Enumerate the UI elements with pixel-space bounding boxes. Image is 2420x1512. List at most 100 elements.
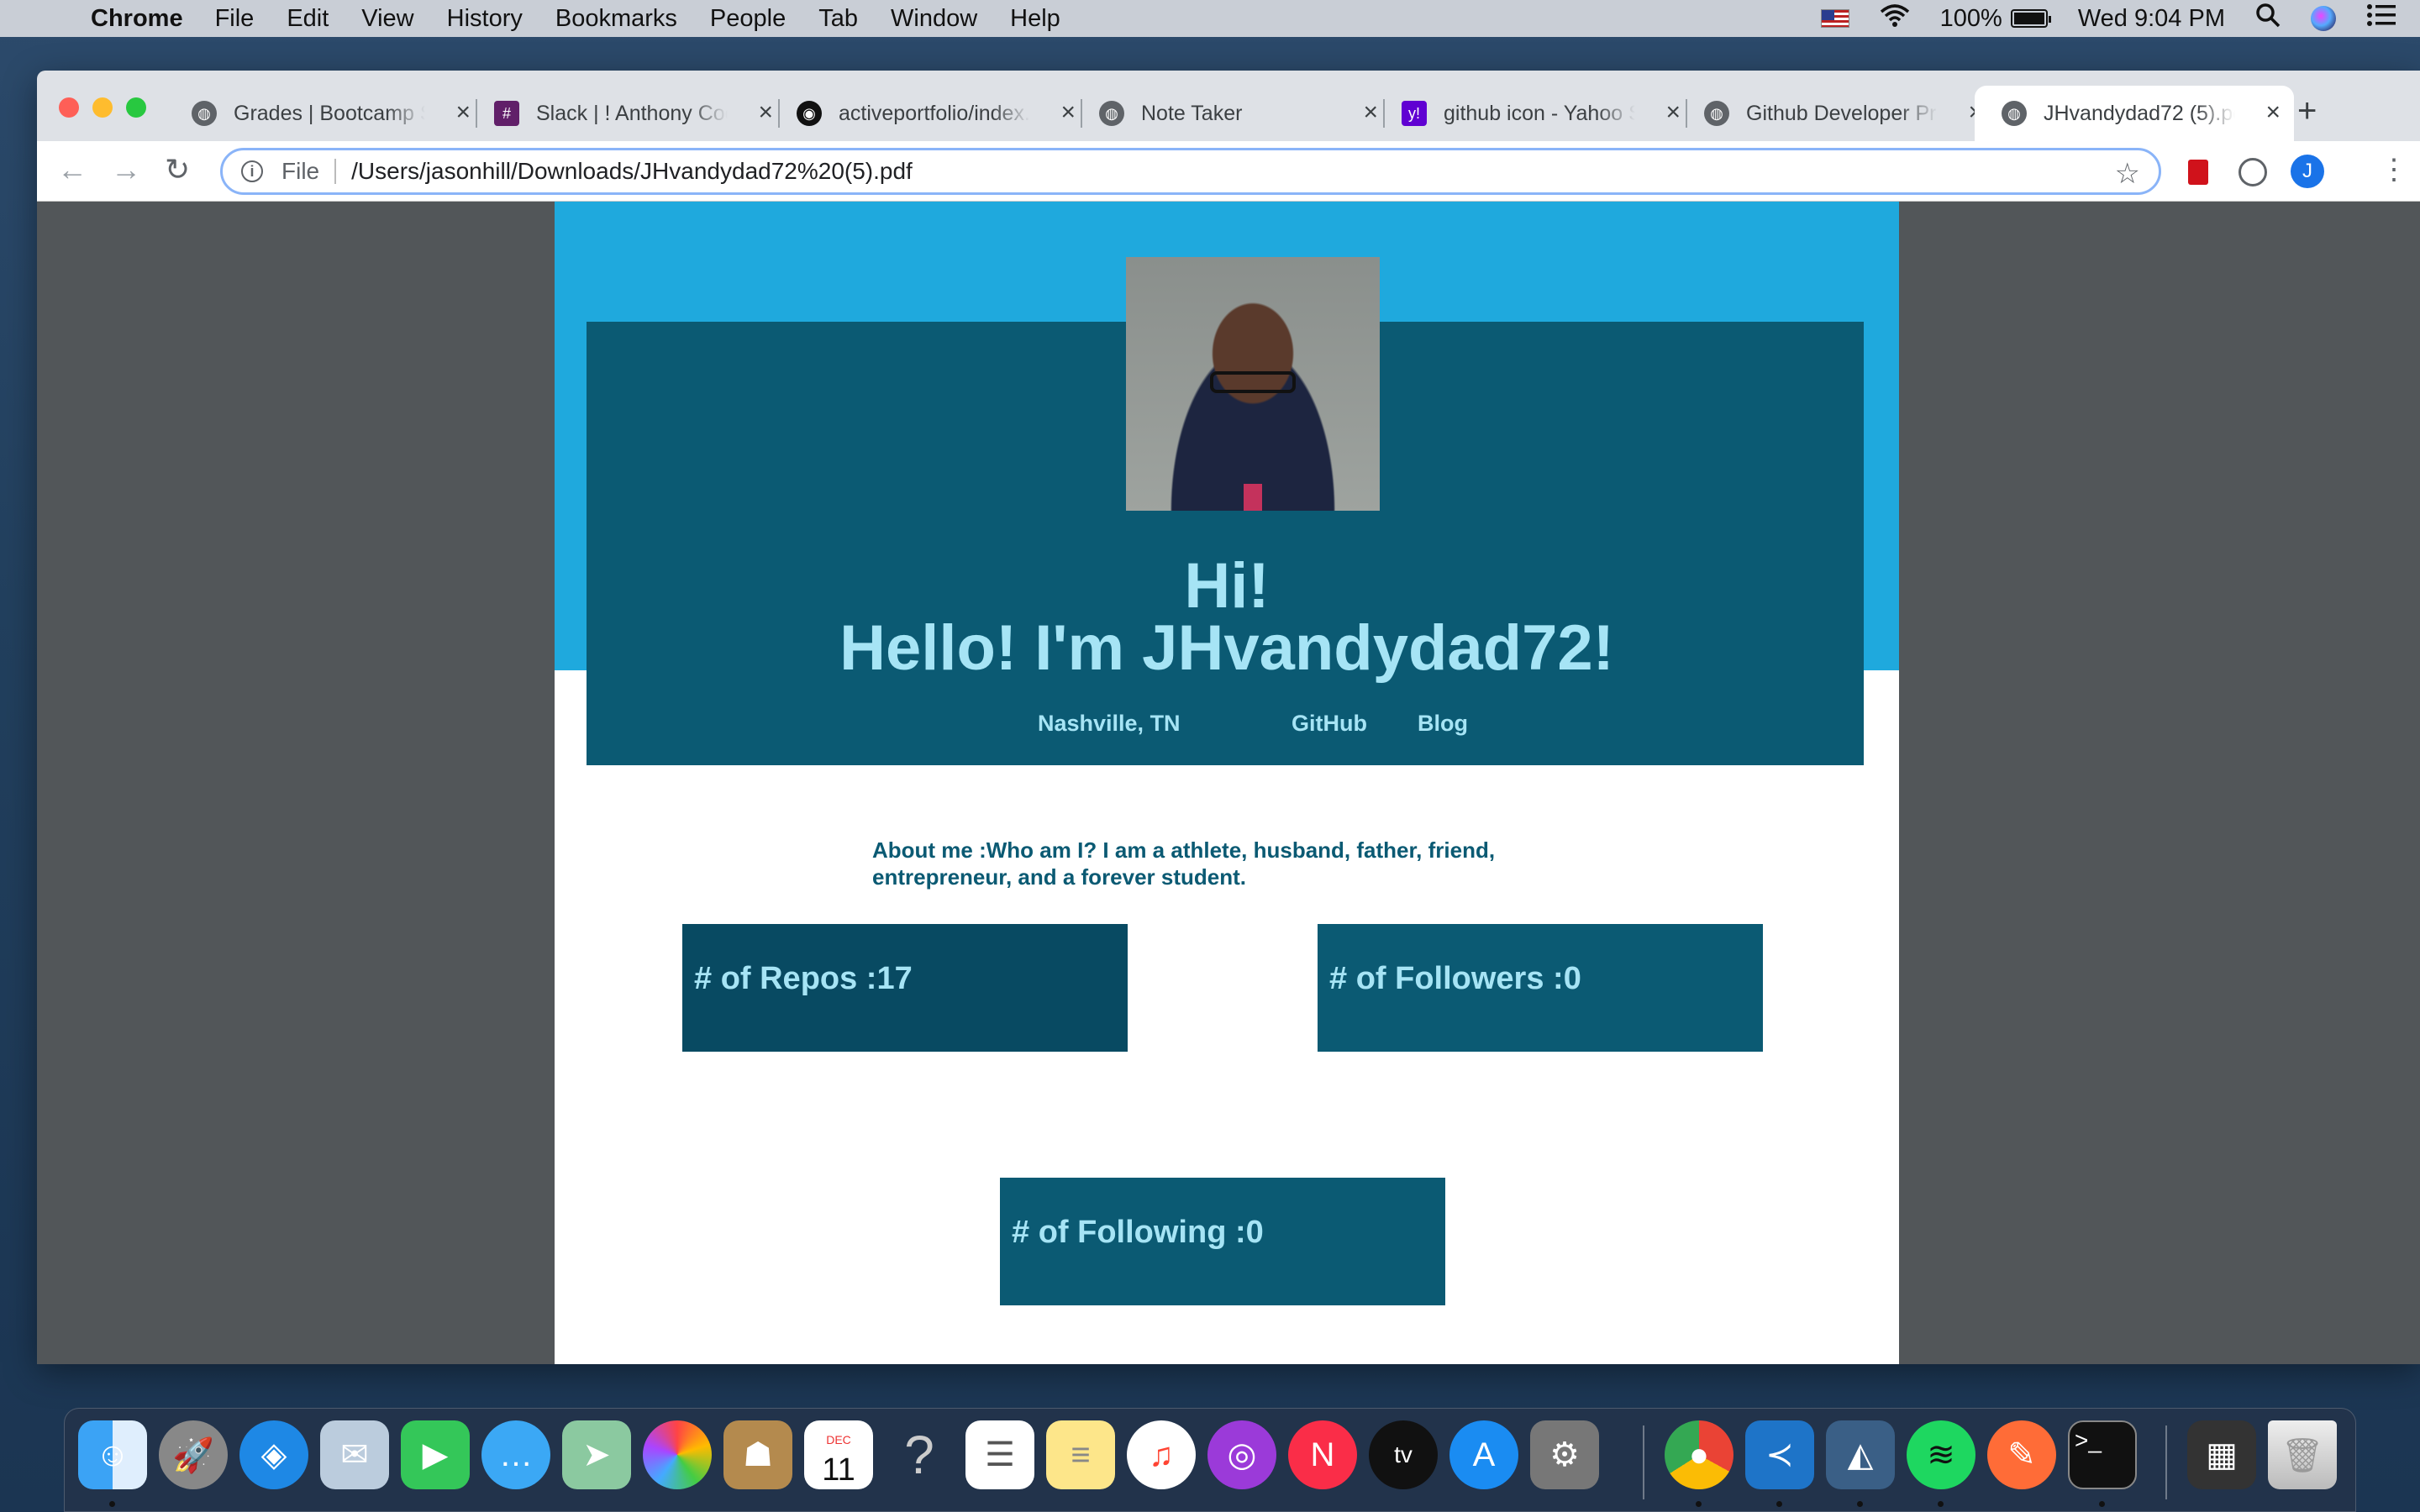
profile-avatar[interactable]: J (2291, 155, 2324, 188)
extension-icon[interactable] (2238, 158, 2267, 186)
calendar-icon[interactable]: DEC 11 (804, 1420, 873, 1489)
tab-title: Grades | Bootcamp S (234, 101, 425, 125)
close-tab-icon[interactable]: × (2265, 100, 2281, 125)
podcasts-icon[interactable]: ◎ (1207, 1420, 1276, 1489)
tab-grades[interactable]: ◍ Grades | Bootcamp S × (173, 86, 476, 141)
battery-icon[interactable] (2010, 9, 2051, 28)
stack-folder-icon[interactable]: ▦ (2187, 1420, 2256, 1489)
url-text[interactable]: /Users/jasonhill/Downloads/JHvandydad72%… (351, 158, 913, 185)
close-tab-icon[interactable]: × (1363, 100, 1378, 125)
postman-icon[interactable]: ✎ (1987, 1420, 2056, 1489)
location-link[interactable]: Nashville, TN (1038, 711, 1181, 737)
tie (1244, 484, 1262, 511)
close-tab-icon[interactable]: × (1665, 100, 1681, 125)
menu-tab[interactable]: Tab (818, 5, 858, 33)
calendar-day: 11 (822, 1452, 855, 1488)
menu-window[interactable]: Window (891, 5, 977, 33)
vscode-icon[interactable]: ≺ (1745, 1420, 1814, 1489)
blog-link[interactable]: Blog (1418, 711, 1468, 737)
running-indicator (109, 1501, 115, 1507)
notification-center-icon[interactable] (2366, 3, 2396, 34)
menu-file[interactable]: File (215, 5, 255, 33)
running-indicator (1776, 1501, 1782, 1507)
close-window-button[interactable] (59, 97, 79, 118)
tab-slack[interactable]: # Slack | ! Anthony Coo × (476, 86, 778, 141)
launchpad-icon[interactable]: 🚀 (159, 1420, 228, 1489)
facetime-icon[interactable]: ▶ (401, 1420, 470, 1489)
yahoo-icon: y! (1402, 101, 1427, 126)
dock-divider (1643, 1425, 1644, 1499)
mail-icon[interactable]: ✉ (320, 1420, 389, 1489)
contacts-icon[interactable]: ☗ (723, 1420, 792, 1489)
forward-arrow-icon[interactable]: → (111, 151, 141, 188)
address-bar[interactable]: i File /Users/jasonhill/Downloads/JHvand… (220, 148, 2161, 195)
finder-icon[interactable]: ☺ (78, 1420, 147, 1489)
omnibox-divider (334, 159, 337, 184)
globe-icon: ◍ (1099, 101, 1124, 126)
reminders-icon[interactable]: ☰ (965, 1420, 1034, 1489)
minimize-window-button[interactable] (92, 97, 113, 118)
chrome-icon[interactable]: ● (1665, 1420, 1733, 1489)
apple-tv-icon[interactable]: tv (1369, 1420, 1438, 1489)
pdf-viewer: Hi! Hello! I'm JHvandydad72! Nashville, … (37, 202, 2420, 1364)
profile-photo (1126, 257, 1380, 511)
wifi-icon[interactable] (1880, 3, 1910, 34)
menu-view[interactable]: View (361, 5, 413, 33)
menu-bar: Chrome File Edit View History Bookmarks … (0, 0, 2420, 37)
menu-app-name[interactable]: Chrome (91, 5, 183, 33)
reload-icon[interactable]: ↻ (165, 151, 190, 188)
menu-edit[interactable]: Edit (287, 5, 329, 33)
info-icon[interactable]: i (241, 160, 263, 182)
github-icon: ◉ (797, 101, 822, 126)
question-mark-icon[interactable]: ? (885, 1420, 954, 1489)
menu-help[interactable]: Help (1010, 5, 1060, 33)
system-preferences-icon[interactable]: ⚙ (1530, 1420, 1599, 1489)
spotify-icon[interactable]: ≋ (1907, 1420, 1975, 1489)
running-indicator (2099, 1501, 2105, 1507)
battery-percent[interactable]: 100% (1940, 5, 2002, 33)
dock: ☺ 🚀 ◈ ✉ ▶ … ➤ ☗ DEC 11 ? ☰ ≡ ♫ ◎ N tv A … (64, 1408, 2356, 1512)
browser-window: ◍ Grades | Bootcamp S × # Slack | ! Anth… (37, 71, 2420, 1364)
close-tab-icon[interactable]: × (1060, 100, 1076, 125)
clock[interactable]: Wed 9:04 PM (2078, 5, 2225, 33)
menu-bookmarks[interactable]: Bookmarks (555, 5, 677, 33)
mysql-workbench-icon[interactable]: ◭ (1826, 1420, 1895, 1489)
photos-icon[interactable] (643, 1420, 712, 1489)
more-menu-icon[interactable]: ⋮ (2380, 153, 2408, 186)
tab-pdf-active[interactable]: ◍ JHvandydad72 (5).pd × (1975, 86, 2294, 141)
app-store-icon[interactable]: A (1449, 1420, 1518, 1489)
pdf-extension-icon[interactable] (2188, 160, 2208, 185)
close-tab-icon[interactable]: × (455, 100, 471, 125)
globe-icon: ◍ (192, 101, 217, 126)
following-card: # of Following :0 (1000, 1178, 1445, 1305)
scheme-label: File (281, 158, 320, 184)
tab-title: Slack | ! Anthony Coo (536, 101, 728, 125)
messages-icon[interactable]: … (481, 1420, 550, 1489)
terminal-icon[interactable]: >_ (2068, 1420, 2137, 1489)
spotlight-search-icon[interactable] (2255, 3, 2281, 34)
news-icon[interactable]: N (1288, 1420, 1357, 1489)
tab-note-taker[interactable]: ◍ Note Taker × (1081, 86, 1383, 141)
tab-github[interactable]: ◉ activeportfolio/index. × (778, 86, 1081, 141)
apple-menu-icon[interactable] (35, 6, 60, 31)
trash-icon[interactable]: 🗑 (2268, 1420, 2337, 1489)
itunes-icon[interactable]: ♫ (1127, 1420, 1196, 1489)
input-source-flag-icon[interactable] (1820, 9, 1849, 28)
siri-icon[interactable] (2311, 6, 2336, 31)
back-arrow-icon[interactable]: ← (57, 151, 87, 188)
maps-icon[interactable]: ➤ (562, 1420, 631, 1489)
bookmark-star-icon[interactable]: ☆ (2115, 157, 2140, 191)
tab-yahoo[interactable]: y! github icon - Yahoo S × (1383, 86, 1686, 141)
menu-history[interactable]: History (447, 5, 523, 33)
tab-github-developer[interactable]: ◍ Github Developer Pro × (1686, 86, 1988, 141)
new-tab-button[interactable]: + (2297, 94, 2317, 128)
notes-icon[interactable]: ≡ (1046, 1420, 1115, 1489)
safari-icon[interactable]: ◈ (239, 1420, 308, 1489)
github-link[interactable]: GitHub (1292, 711, 1367, 737)
zoom-window-button[interactable] (126, 97, 146, 118)
close-tab-icon[interactable]: × (758, 100, 773, 125)
menu-people[interactable]: People (710, 5, 786, 33)
hello-heading: Hello! I'm JHvandydad72! (839, 612, 1614, 684)
running-indicator (1857, 1501, 1863, 1507)
calendar-month: DEC (826, 1433, 851, 1446)
